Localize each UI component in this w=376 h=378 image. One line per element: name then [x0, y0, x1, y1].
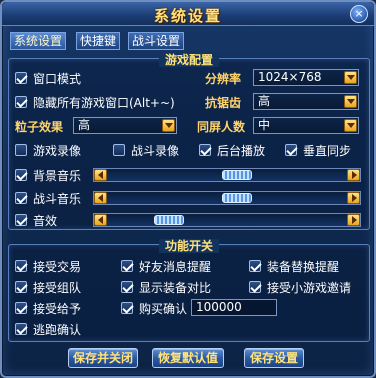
chevron-down-icon[interactable]: [344, 95, 357, 108]
buy-confirm-label: 购买确认: [139, 302, 188, 316]
vsync-checkbox[interactable]: [285, 144, 297, 156]
accept-team-label: 接受组队: [33, 281, 82, 295]
particle-label: 粒子效果: [15, 120, 64, 134]
battle-music-slider[interactable]: [93, 191, 361, 205]
buy-confirm-input[interactable]: 100000: [191, 299, 277, 316]
buy-confirm-checkbox[interactable]: [121, 302, 133, 314]
particle-value: 高: [78, 118, 91, 132]
feature-switches-panel: 功能开关 接受交易 好友消息提醒 装备替换提醒 接受组队 显示装备对比 接受小游…: [8, 239, 370, 342]
accept-give-checkbox[interactable]: [15, 302, 27, 314]
arrow-right-icon[interactable]: [347, 192, 360, 204]
slider-thumb[interactable]: [153, 215, 184, 225]
resolution-dropdown[interactable]: 1024×768: [253, 69, 359, 86]
sound-fx-label: 音效: [33, 214, 58, 228]
window-title: 系统设置: [153, 7, 222, 25]
accept-trade-checkbox[interactable]: [15, 260, 27, 272]
accept-team-checkbox[interactable]: [15, 281, 27, 293]
chevron-down-icon[interactable]: [344, 71, 357, 84]
equip-replace-checkbox[interactable]: [249, 260, 261, 272]
antialias-dropdown[interactable]: 高: [253, 93, 359, 110]
sound-fx-slider[interactable]: [93, 213, 361, 227]
game-config-title: 游戏配置: [158, 53, 219, 67]
accept-minigame-checkbox[interactable]: [249, 281, 261, 293]
vsync-label: 垂直同步: [303, 144, 352, 158]
hide-windows-checkbox[interactable]: [15, 96, 27, 108]
arrow-right-icon[interactable]: [347, 214, 360, 226]
close-icon[interactable]: ×: [350, 5, 368, 23]
friend-msg-checkbox[interactable]: [121, 260, 133, 272]
particle-dropdown[interactable]: 高: [73, 117, 177, 134]
same-screen-value: 中: [258, 118, 271, 132]
show-compare-label: 显示装备对比: [139, 281, 212, 295]
battle-record-checkbox[interactable]: [113, 144, 125, 156]
game-record-checkbox[interactable]: [15, 144, 27, 156]
battle-music-label: 战斗音乐: [33, 192, 82, 206]
flee-confirm-label: 逃跑确认: [33, 323, 82, 337]
antialias-label: 抗锯齿: [205, 96, 242, 110]
tab-system-settings[interactable]: 系统设置: [10, 32, 67, 50]
equip-replace-label: 装备替换提醒: [267, 260, 340, 274]
slider-thumb[interactable]: [222, 193, 253, 203]
chevron-down-icon[interactable]: [344, 119, 357, 132]
chevron-down-icon[interactable]: [162, 119, 175, 132]
arrow-right-icon[interactable]: [347, 169, 360, 181]
save-and-close-button[interactable]: 保存并关闭: [68, 348, 138, 368]
game-record-label: 游戏录像: [33, 144, 82, 158]
bg-play-checkbox[interactable]: [199, 144, 211, 156]
slider-thumb[interactable]: [222, 170, 253, 180]
sound-fx-checkbox[interactable]: [15, 214, 27, 226]
hide-windows-label: 隐藏所有游戏窗口(Alt+~): [33, 96, 175, 110]
show-compare-checkbox[interactable]: [121, 281, 133, 293]
feature-switches-title: 功能开关: [158, 239, 219, 253]
title-bar: 系统设置 ×: [2, 2, 374, 26]
battle-record-label: 战斗录像: [131, 144, 180, 158]
window-mode-label: 窗口模式: [33, 72, 82, 86]
tab-hotkeys[interactable]: 快捷键: [76, 32, 121, 50]
bg-music-slider[interactable]: [93, 168, 361, 182]
tab-battle-settings[interactable]: 战斗设置: [128, 32, 185, 50]
game-config-panel: 游戏配置 窗口模式 分辨率 1024×768 隐藏所有游戏窗口(Alt+~) 抗…: [8, 53, 370, 230]
same-screen-label: 同屏人数: [197, 120, 246, 134]
accept-minigame-label: 接受小游戏邀请: [267, 281, 352, 295]
settings-window: 系统设置 × 系统设置 快捷键 战斗设置 游戏配置 窗口模式 分辨率 1024×…: [0, 0, 376, 378]
battle-music-checkbox[interactable]: [15, 192, 27, 204]
resolution-label: 分辨率: [205, 72, 242, 86]
bg-music-checkbox[interactable]: [15, 169, 27, 181]
arrow-left-icon[interactable]: [94, 169, 107, 181]
bg-play-label: 后台播放: [217, 144, 266, 158]
arrow-left-icon[interactable]: [94, 214, 107, 226]
save-settings-button[interactable]: 保存设置: [244, 348, 304, 368]
friend-msg-label: 好友消息提醒: [139, 260, 212, 274]
antialias-value: 高: [258, 94, 271, 108]
bg-music-label: 背景音乐: [33, 169, 82, 183]
arrow-left-icon[interactable]: [94, 192, 107, 204]
accept-trade-label: 接受交易: [33, 260, 82, 274]
window-mode-checkbox[interactable]: [15, 72, 27, 84]
same-screen-dropdown[interactable]: 中: [253, 117, 359, 134]
accept-give-label: 接受给予: [33, 302, 82, 316]
flee-confirm-checkbox[interactable]: [15, 323, 27, 335]
restore-default-button[interactable]: 恢复默认值: [152, 348, 224, 368]
resolution-value: 1024×768: [258, 70, 322, 84]
